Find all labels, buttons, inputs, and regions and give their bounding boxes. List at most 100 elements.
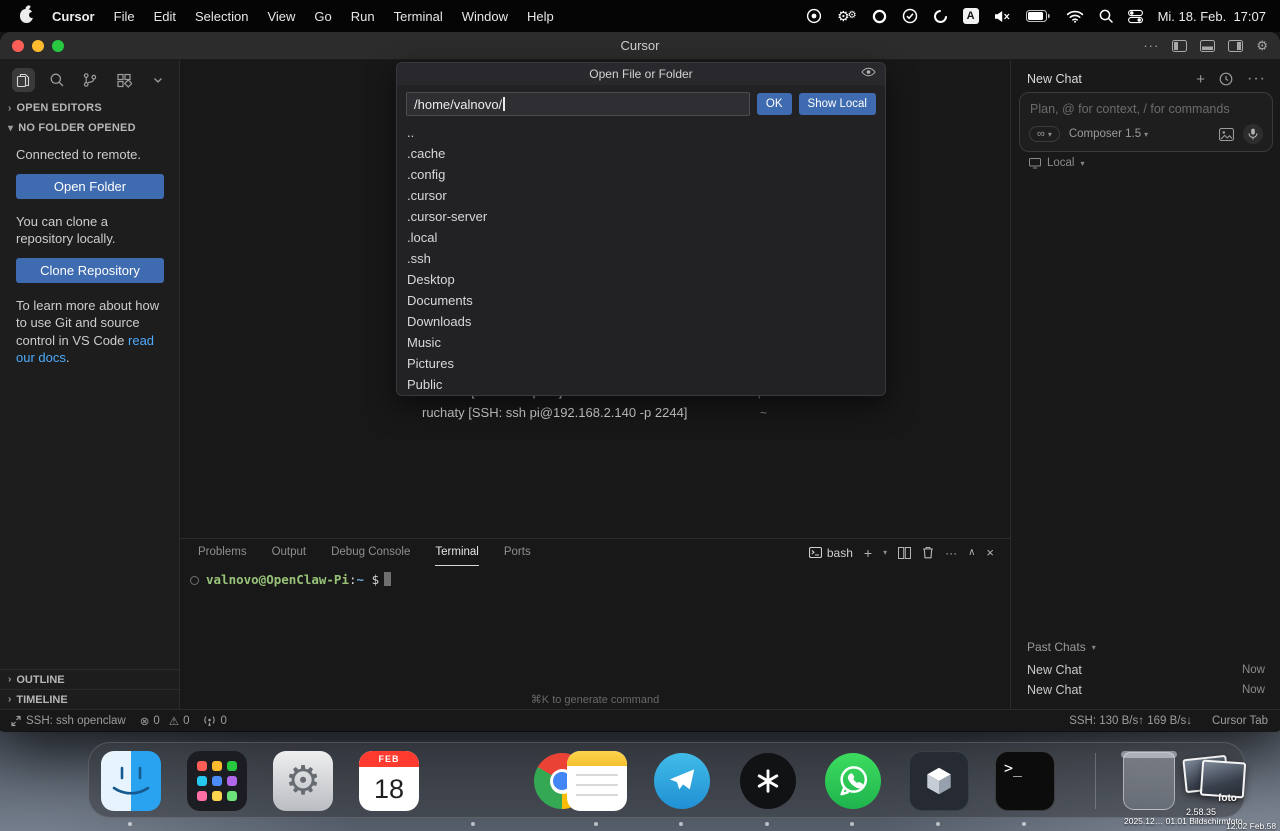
remote-indicator[interactable]: SSH: ssh openclaw <box>10 715 126 727</box>
file-list-item[interactable]: .cursor <box>397 185 885 206</box>
menu-selection[interactable]: Selection <box>195 9 248 24</box>
calendar-icon[interactable]: FEB 18 <box>359 751 419 811</box>
panel-more-actions-icon[interactable]: ··· <box>945 547 957 559</box>
wifi-icon[interactable] <box>1066 10 1084 23</box>
close-panel-icon[interactable]: × <box>986 546 994 559</box>
past-chats-header[interactable]: Past Chats ▾ <box>1027 640 1096 654</box>
file-list-item[interactable]: .cache <box>397 143 885 164</box>
file-list-item[interactable]: Desktop <box>397 269 885 290</box>
menu-view[interactable]: View <box>267 9 295 24</box>
search-icon[interactable] <box>46 68 69 92</box>
maximize-panel-icon[interactable]: ∧ <box>968 548 975 558</box>
menubar-check-icon[interactable] <box>902 8 918 24</box>
attach-image-icon[interactable] <box>1219 128 1234 141</box>
outline-section[interactable]: › OUTLINE <box>0 669 179 689</box>
menubar-status-icon-2[interactable] <box>872 9 887 24</box>
new-terminal-button[interactable]: + <box>864 546 872 560</box>
close-window-button[interactable] <box>12 40 24 52</box>
show-local-button[interactable]: Show Local <box>799 93 876 115</box>
path-input[interactable]: /home/valnovo/ <box>406 92 750 116</box>
tab-ports[interactable]: Ports <box>504 539 531 566</box>
extensions-icon[interactable] <box>113 68 136 92</box>
tab-problems[interactable]: Problems <box>198 539 247 566</box>
menu-terminal[interactable]: Terminal <box>394 9 443 24</box>
source-control-icon[interactable] <box>79 68 102 92</box>
file-list-item[interactable]: .local <box>397 227 885 248</box>
menubar-gears-icon[interactable]: ⚙⚙ <box>837 9 857 23</box>
model-selector[interactable]: Composer 1.5 ▾ <box>1069 128 1148 140</box>
open-folder-button[interactable]: Open Folder <box>16 174 164 199</box>
file-list-item[interactable]: .cursor-server <box>397 206 885 227</box>
more-actions-icon[interactable]: ··· <box>1143 38 1159 53</box>
problems-indicator[interactable]: ⊗ 0 ⚠ 0 <box>140 714 190 728</box>
agent-mode-selector[interactable]: ∞ ▾ <box>1029 126 1060 142</box>
menu-edit[interactable]: Edit <box>154 9 176 24</box>
desktop-file-label[interactable]: 12.02 Feb.58 <box>1226 821 1276 831</box>
voice-input-button[interactable] <box>1243 124 1263 144</box>
eye-icon[interactable] <box>861 67 876 77</box>
finder-icon[interactable] <box>101 751 161 811</box>
toggle-sidebar-icon[interactable] <box>1172 40 1187 52</box>
tab-output[interactable]: Output <box>272 539 307 566</box>
control-center-icon[interactable] <box>1128 9 1143 24</box>
file-list-item[interactable]: .. <box>397 122 885 143</box>
menu-file[interactable]: File <box>114 9 135 24</box>
notes-icon[interactable] <box>567 751 627 811</box>
cursor-tab-indicator[interactable]: Cursor Tab <box>1212 715 1268 727</box>
launchpad-icon[interactable] <box>187 751 247 811</box>
system-settings-icon[interactable]: ⚙ <box>273 751 333 811</box>
chat-more-actions-icon[interactable]: ··· <box>1247 70 1266 88</box>
explorer-icon[interactable] <box>12 68 35 92</box>
kill-terminal-trash-icon[interactable] <box>922 546 934 559</box>
open-editors-section[interactable]: › OPEN EDITORS <box>0 98 179 118</box>
menubar-app-name[interactable]: Cursor <box>52 9 95 24</box>
file-list-item[interactable]: Documents <box>397 290 885 311</box>
menubar-clock[interactable]: Mi. 18. Feb. 17:07 <box>1158 9 1266 24</box>
spotlight-search-icon[interactable] <box>1099 9 1113 23</box>
terminal-dropdown-icon[interactable]: ▾ <box>883 549 887 557</box>
tab-debug-console[interactable]: Debug Console <box>331 539 410 566</box>
battery-icon[interactable] <box>1026 10 1051 22</box>
menubar-status-icon-1[interactable] <box>806 8 822 24</box>
chat-history-icon[interactable] <box>1219 72 1233 86</box>
menu-run[interactable]: Run <box>351 9 375 24</box>
trash-icon[interactable] <box>1123 752 1175 810</box>
settings-gear-icon[interactable]: ⚙ <box>1256 38 1268 54</box>
tab-terminal[interactable]: Terminal <box>435 539 478 566</box>
terminal-content[interactable]: valnovo@OpenClaw-Pi:~ $ <box>180 566 1010 587</box>
input-source-icon[interactable]: A <box>963 8 979 24</box>
toggle-panel-icon[interactable] <box>1200 40 1215 52</box>
terminal-instance-bash[interactable]: bash <box>809 546 853 560</box>
menu-window[interactable]: Window <box>462 9 508 24</box>
telegram-icon[interactable] <box>654 753 710 809</box>
desktop-file-label[interactable]: 2025.12… 01.01 Bildschirmfoto <box>1124 816 1243 826</box>
file-list-item[interactable]: .ssh <box>397 248 885 269</box>
chat-input[interactable]: Plan, @ for context, / for commands ∞ ▾ … <box>1019 92 1273 152</box>
chatgpt-icon[interactable] <box>740 753 796 809</box>
toggle-secondary-sidebar-icon[interactable] <box>1228 40 1243 52</box>
volume-muted-icon[interactable] <box>994 10 1011 23</box>
more-views-chevron-icon[interactable] <box>146 68 169 92</box>
file-list-item[interactable]: Public <box>397 374 885 395</box>
file-list-item[interactable]: Pictures <box>397 353 885 374</box>
desktop-file-label[interactable]: foto <box>1218 793 1237 804</box>
no-folder-section[interactable]: ▾ NO FOLDER OPENED <box>0 118 179 138</box>
file-list-item[interactable]: .config <box>397 164 885 185</box>
menubar-status-icon-3[interactable] <box>933 9 948 24</box>
cube-app-icon[interactable] <box>909 751 969 811</box>
ports-indicator[interactable]: 0 <box>203 715 226 727</box>
recent-workspace-link[interactable]: ruchaty [SSH: ssh pi@192.168.2.140 -p 22… <box>422 405 687 425</box>
file-list-item[interactable]: Music <box>397 332 885 353</box>
minimize-window-button[interactable] <box>32 40 44 52</box>
menu-help[interactable]: Help <box>527 9 554 24</box>
past-chat-item[interactable]: New Chat Now <box>1011 680 1280 700</box>
file-list-item[interactable]: Downloads <box>397 311 885 332</box>
local-selector[interactable]: Local ▾ <box>1029 157 1085 169</box>
menu-go[interactable]: Go <box>314 9 331 24</box>
ok-button[interactable]: OK <box>757 93 792 115</box>
clone-repository-button[interactable]: Clone Repository <box>16 258 164 283</box>
zoom-window-button[interactable] <box>52 40 64 52</box>
apple-menu[interactable] <box>20 9 33 23</box>
new-chat-button[interactable]: + <box>1196 71 1205 88</box>
whatsapp-icon[interactable] <box>825 753 881 809</box>
